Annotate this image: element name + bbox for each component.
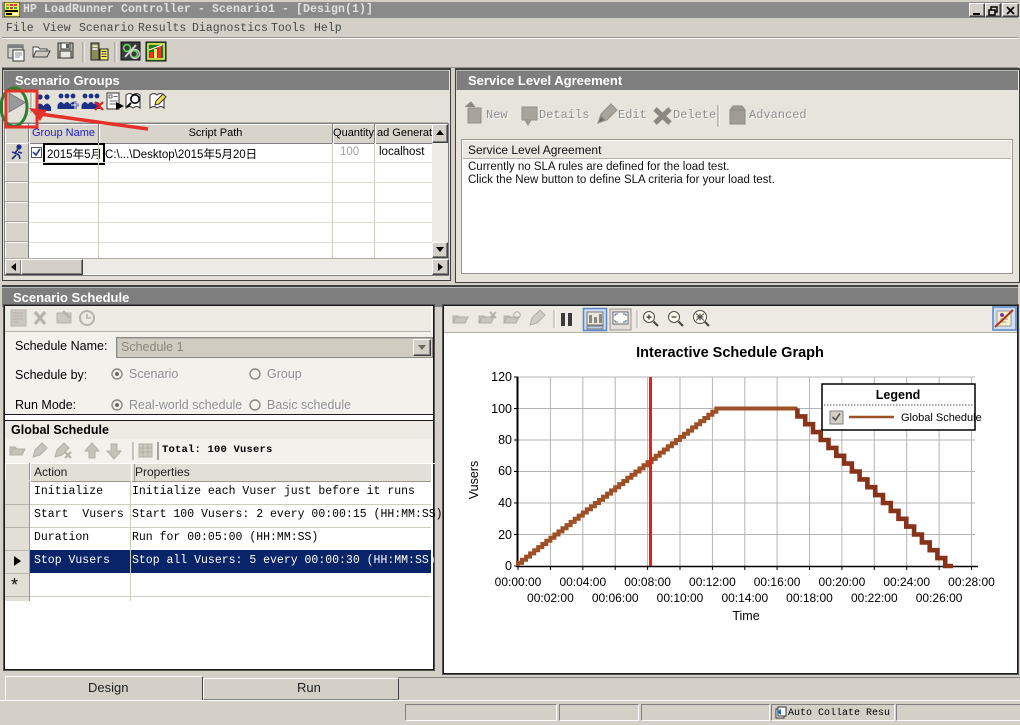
svg-text:100: 100 [491,402,512,416]
svg-text:120: 120 [491,370,512,384]
svg-text:Legend: Legend [876,388,920,402]
svg-text:Time: Time [732,609,759,623]
svg-text:0: 0 [505,559,512,573]
svg-text:00:24:00: 00:24:00 [883,575,930,589]
svg-text:Vusers: Vusers [467,461,481,499]
svg-text:00:28:00: 00:28:00 [948,575,995,589]
svg-text:00:20:00: 00:20:00 [819,575,866,589]
svg-text:00:00:00: 00:00:00 [495,575,542,589]
svg-text:20: 20 [498,528,512,542]
svg-text:Interactive Schedule Graph: Interactive Schedule Graph [636,345,824,361]
svg-text:00:22:00: 00:22:00 [851,591,898,605]
svg-text:00:02:00: 00:02:00 [527,591,574,605]
svg-text:00:10:00: 00:10:00 [657,591,704,605]
svg-text:00:12:00: 00:12:00 [689,575,736,589]
svg-text:00:06:00: 00:06:00 [592,591,639,605]
svg-text:60: 60 [498,464,512,478]
svg-text:00:18:00: 00:18:00 [786,591,833,605]
svg-text:00:16:00: 00:16:00 [754,575,801,589]
svg-text:Global Schedule: Global Schedule [901,412,982,424]
svg-text:40: 40 [498,496,512,510]
svg-text:00:26:00: 00:26:00 [916,591,963,605]
svg-text:00:08:00: 00:08:00 [624,575,671,589]
svg-text:00:14:00: 00:14:00 [721,591,768,605]
svg-text:80: 80 [498,433,512,447]
svg-text:00:04:00: 00:04:00 [559,575,606,589]
